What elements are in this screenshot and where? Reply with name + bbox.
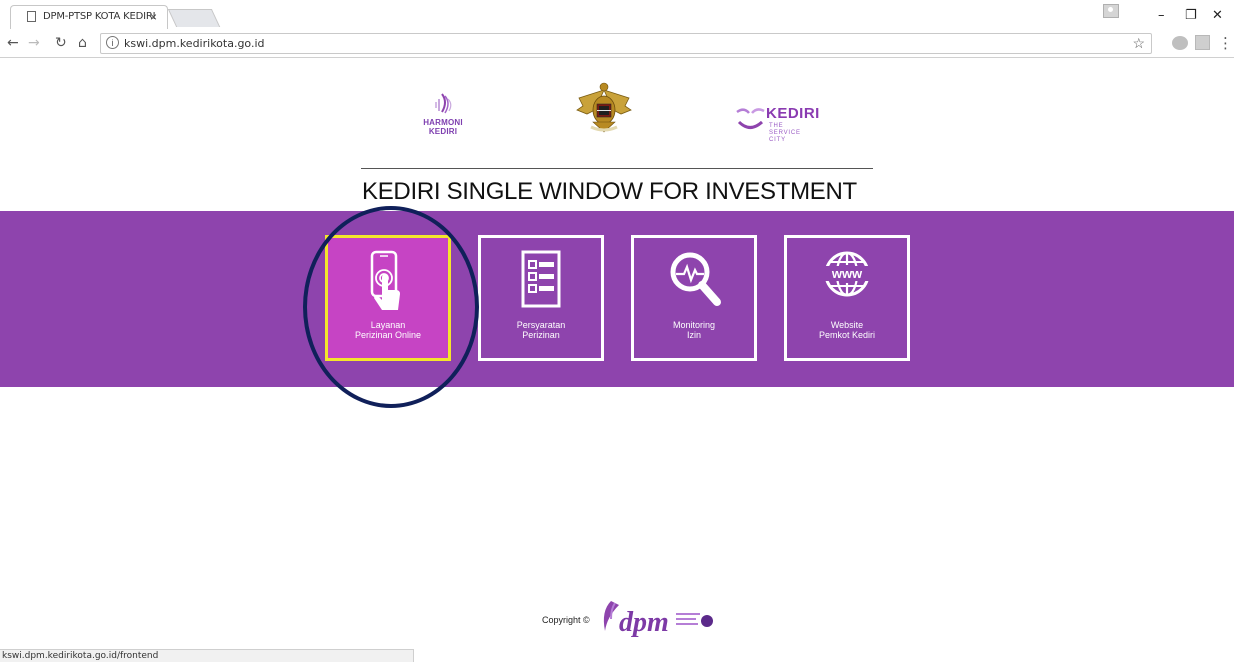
- tile-label-line1: Website: [830, 320, 864, 330]
- globe-www-icon: www: [787, 248, 907, 320]
- logo-sub-service: SERVICE: [769, 130, 801, 136]
- status-bar: kswi.dpm.kedirikota.go.id/frontend: [0, 649, 414, 662]
- profile-icon[interactable]: [1103, 4, 1119, 18]
- tile-monitoring-izin[interactable]: Monitoring Izin: [631, 235, 757, 361]
- tile-label-line1: Persyaratan: [516, 320, 566, 330]
- tile-label: Website Pemkot Kediri: [787, 320, 907, 340]
- magnifier-pulse-icon: [634, 248, 754, 320]
- footer: Copyright © dpm: [542, 597, 722, 637]
- harmoni-text: HARMONI: [423, 118, 463, 127]
- tile-label-line1: Layanan: [370, 320, 406, 330]
- browser-tab-bar: DPM-PTSP KOTA KEDIRI × – ❐ ✕: [0, 0, 1234, 30]
- tile-label: Monitoring Izin: [634, 320, 754, 340]
- dpm-logo: dpm: [603, 601, 713, 637]
- svg-text:dpm: dpm: [619, 607, 669, 637]
- garuda-icon: [576, 82, 632, 133]
- phone-touch-icon: [328, 248, 448, 320]
- kediri-service-city-logo: KEDIRI THE SERVICE CITY: [735, 105, 825, 143]
- restore-icon[interactable]: ❐: [1185, 8, 1197, 23]
- extension-icon[interactable]: [1172, 36, 1188, 50]
- tile-label-line2: Izin: [686, 330, 701, 340]
- checklist-icon: [481, 248, 601, 320]
- harmoni-wave-icon: [435, 93, 452, 114]
- tile-label: Persyaratan Perizinan: [481, 320, 601, 340]
- tab-title: DPM-PTSP KOTA KEDIRI: [43, 11, 156, 22]
- menu-icon[interactable]: ⋮: [1218, 34, 1233, 52]
- extension-icon[interactable]: [1195, 35, 1210, 50]
- home-icon[interactable]: ⌂: [78, 35, 87, 51]
- new-tab-button[interactable]: [167, 9, 221, 27]
- tile-label: Layanan Perizinan Online: [328, 320, 448, 340]
- garuda-emblem: [573, 80, 635, 138]
- browser-toolbar: ← → ↻ ⌂ i kswi.dpm.kedirikota.go.id ☆: [0, 30, 1234, 58]
- browser-tab[interactable]: DPM-PTSP KOTA KEDIRI ×: [10, 5, 168, 29]
- smile-icon: [736, 108, 765, 129]
- reload-icon[interactable]: ↻: [55, 35, 67, 51]
- harmoni-kediri-text: KEDIRI: [428, 127, 458, 136]
- tile-layanan-perizinan-online[interactable]: Layanan Perizinan Online: [325, 235, 451, 361]
- svg-text:www: www: [831, 266, 863, 281]
- tile-website-pemkot-kediri[interactable]: www Website Pemkot Kediri: [784, 235, 910, 361]
- kediri-word: KEDIRI: [766, 105, 820, 122]
- close-window-icon[interactable]: ✕: [1212, 8, 1223, 23]
- title-divider: [361, 168, 873, 169]
- tile-label-line2: Perizinan Online: [354, 330, 422, 340]
- address-bar[interactable]: i kswi.dpm.kedirikota.go.id ☆: [100, 33, 1152, 54]
- copyright-text: Copyright ©: [542, 615, 590, 625]
- minimize-icon[interactable]: –: [1158, 8, 1165, 23]
- address-url[interactable]: kswi.dpm.kedirikota.go.id: [124, 37, 265, 50]
- info-icon[interactable]: i: [106, 36, 119, 49]
- forward-icon[interactable]: →: [28, 35, 40, 51]
- logo-sub-city: CITY: [769, 137, 786, 143]
- logo-sub-the: THE: [769, 123, 784, 129]
- close-tab-icon[interactable]: ×: [150, 10, 157, 24]
- harmoni-kediri-logo: HARMONI KEDIRI: [418, 88, 468, 146]
- tile-persyaratan-perizinan[interactable]: Persyaratan Perizinan: [478, 235, 604, 361]
- page-title: KEDIRI SINGLE WINDOW FOR INVESTMENT: [362, 178, 857, 205]
- menu-band: [0, 211, 1234, 387]
- tile-label-line2: Perizinan: [522, 330, 560, 340]
- back-icon[interactable]: ←: [7, 35, 19, 51]
- page-icon: [27, 11, 36, 22]
- tile-label-line1: Monitoring: [672, 320, 716, 330]
- star-icon[interactable]: ☆: [1132, 35, 1145, 52]
- tile-label-line2: Pemkot Kediri: [818, 330, 876, 340]
